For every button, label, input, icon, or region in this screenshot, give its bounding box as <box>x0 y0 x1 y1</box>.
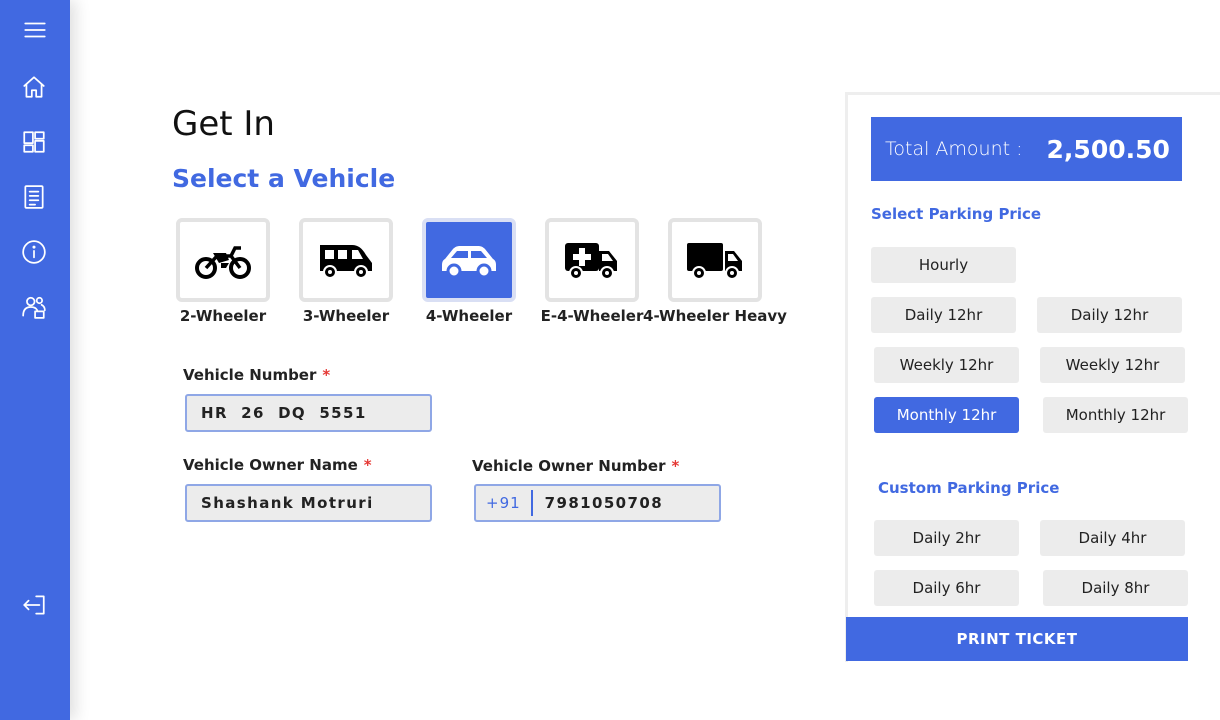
parking-price-title: Select Parking Price <box>871 205 1042 223</box>
select-vehicle-title: Select a Vehicle <box>172 164 396 193</box>
vehicle-number-input[interactable]: HR 26 DQ 5551 <box>185 394 432 432</box>
custom-option-daily-6hr[interactable]: Daily 6hr <box>874 570 1019 606</box>
car-icon <box>442 246 496 279</box>
info-icon[interactable] <box>20 238 48 266</box>
required-mark: * <box>671 457 680 475</box>
ambulance-icon <box>565 243 617 280</box>
owner-number-label: Vehicle Owner Number * <box>472 457 679 475</box>
vehicle-label: 4-Wheeler Heavy <box>643 307 787 325</box>
home-icon[interactable] <box>20 73 48 101</box>
users-icon[interactable] <box>20 293 48 321</box>
vehicle-label: E-4-Wheeler <box>540 307 644 325</box>
vehicle-label: 3-Wheeler <box>302 307 390 325</box>
owner-name-label-text: Vehicle Owner Name <box>183 456 358 474</box>
custom-option-daily-4hr[interactable]: Daily 4hr <box>1040 520 1185 556</box>
price-option-weekly-12hr[interactable]: Weekly 12hr <box>874 347 1019 383</box>
vehicle-option-4-wheeler[interactable]: 4-Wheeler <box>422 218 516 325</box>
vehicle-label: 2-Wheeler <box>179 307 267 325</box>
price-option-monthly-12hr[interactable]: Monthly 12hr <box>1043 397 1188 433</box>
page-title: Get In <box>172 104 275 144</box>
menu-icon[interactable] <box>21 16 49 44</box>
owner-number-input[interactable]: +91 7981050708 <box>474 484 721 522</box>
price-option-daily-12hr[interactable]: Daily 12hr <box>871 297 1016 333</box>
owner-number-value: 7981050708 <box>544 494 664 512</box>
vehicle-label: 4-Wheeler <box>425 307 513 325</box>
required-mark: * <box>363 456 372 474</box>
truck-icon <box>687 243 742 280</box>
vehicle-number-label: Vehicle Number * <box>183 366 330 384</box>
vehicle-option-3-wheeler[interactable]: 3-Wheeler <box>299 218 393 325</box>
print-ticket-button[interactable]: PRINT TICKET <box>846 617 1188 661</box>
price-option-weekly-12hr[interactable]: Weekly 12hr <box>1040 347 1185 383</box>
vehicle-option-e-4-wheeler[interactable]: E-4-Wheeler <box>541 218 643 325</box>
owner-number-label-text: Vehicle Owner Number <box>472 457 666 475</box>
required-mark: * <box>322 366 331 384</box>
price-option-monthly-12hr-selected[interactable]: Monthly 12hr <box>874 397 1019 433</box>
document-icon[interactable] <box>20 183 48 211</box>
custom-price-title: Custom Parking Price <box>878 479 1060 497</box>
total-amount-value: 2,500.50 <box>1046 134 1170 164</box>
logout-icon[interactable] <box>20 591 48 619</box>
vehicle-number-label-text: Vehicle Number <box>183 366 317 384</box>
vehicle-number-value: HR 26 DQ 5551 <box>201 404 367 422</box>
custom-option-daily-2hr[interactable]: Daily 2hr <box>874 520 1019 556</box>
price-option-hourly[interactable]: Hourly <box>871 247 1016 283</box>
owner-name-value: Shashank Motruri <box>201 494 374 512</box>
custom-option-daily-8hr[interactable]: Daily 8hr <box>1043 570 1188 606</box>
vehicle-option-2-wheeler[interactable]: 2-Wheeler <box>176 218 270 325</box>
total-amount-banner: Total Amount : 2,500.50 <box>871 117 1182 181</box>
country-code-prefix: +91 <box>486 490 533 516</box>
total-amount-label: Total Amount : <box>885 138 1023 160</box>
vehicle-option-4-wheeler-heavy[interactable]: 4-Wheeler Heavy <box>643 218 787 325</box>
motorcycle-icon <box>195 246 251 279</box>
price-option-daily-12hr[interactable]: Daily 12hr <box>1037 297 1182 333</box>
owner-name-label: Vehicle Owner Name * <box>183 456 372 474</box>
owner-name-input[interactable]: Shashank Motruri <box>185 484 432 522</box>
sidebar <box>0 0 70 720</box>
dashboard-icon[interactable] <box>20 128 48 156</box>
three-wheeler-icon <box>320 245 372 279</box>
